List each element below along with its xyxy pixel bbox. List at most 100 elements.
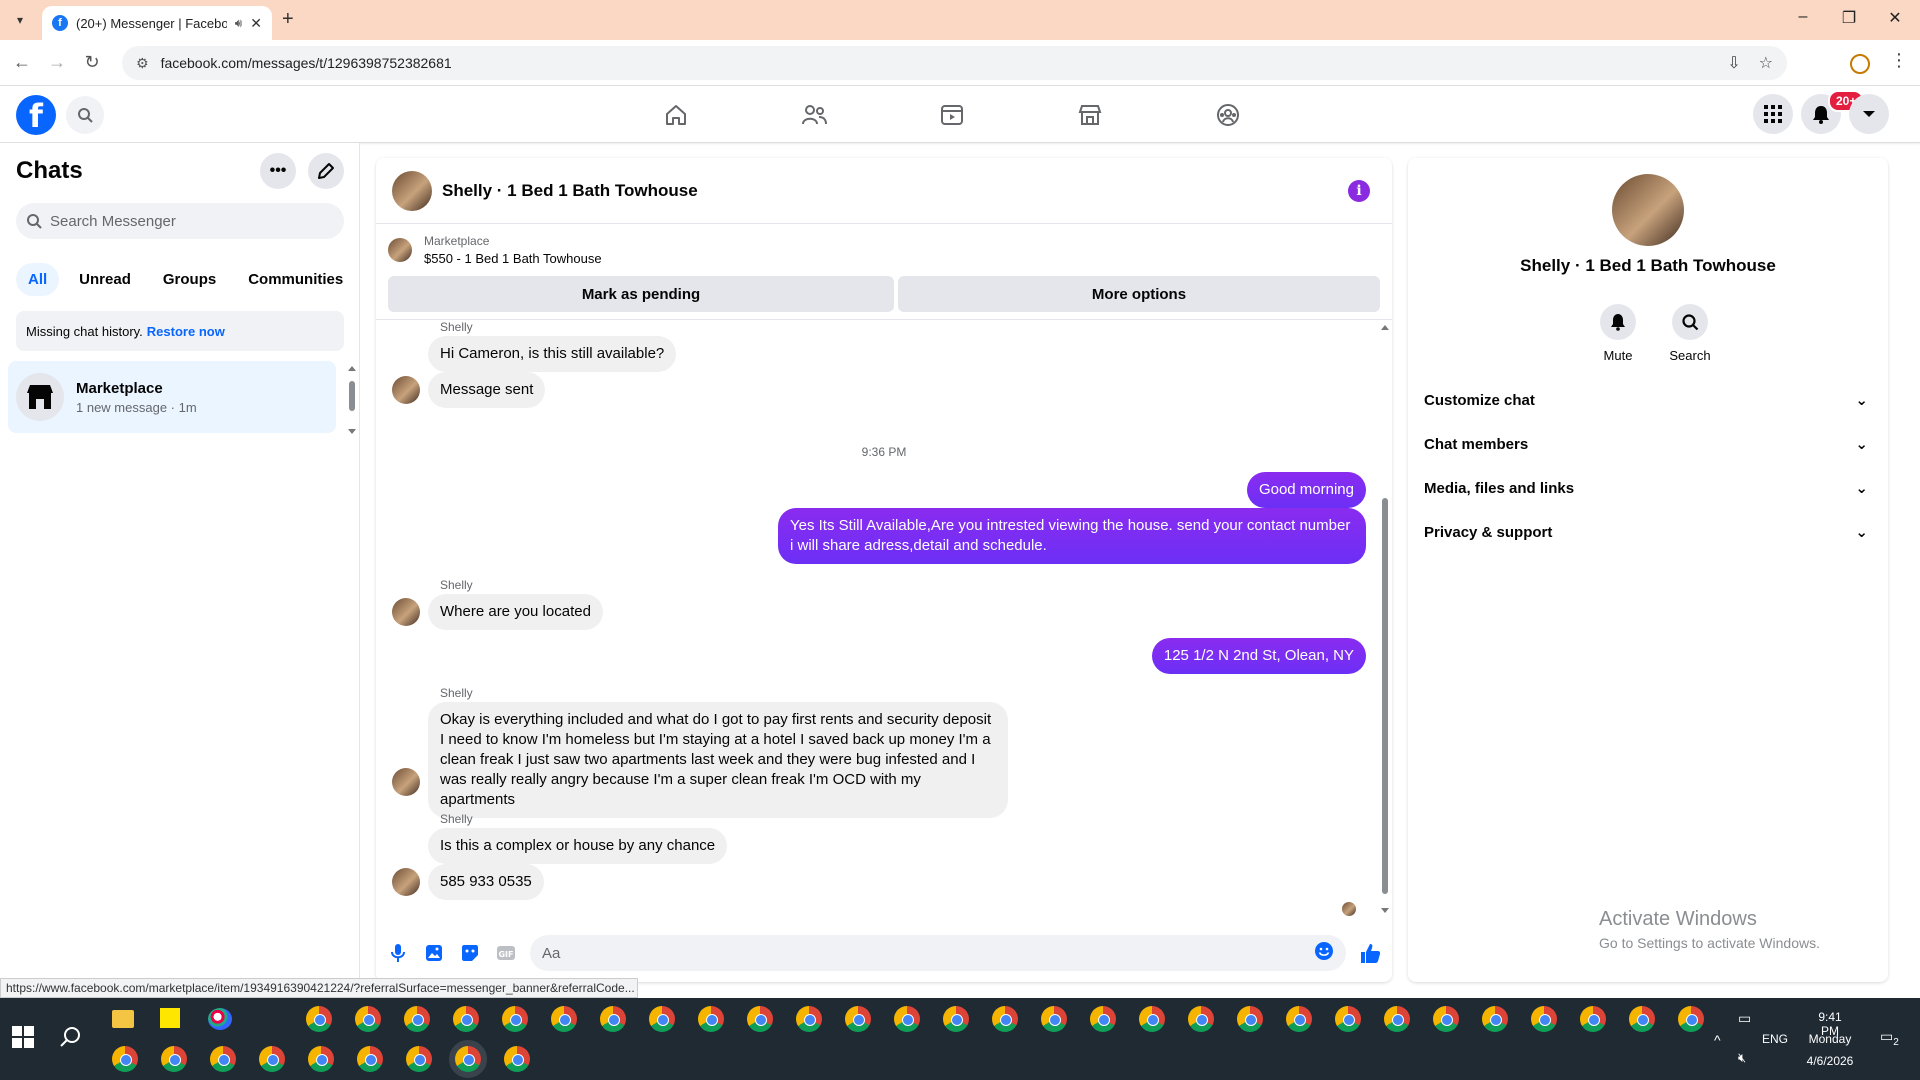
close-tab-icon[interactable]: ✕	[250, 15, 262, 32]
chrome-taskbar-icon[interactable]	[796, 1006, 822, 1032]
sticky-notes-icon[interactable]	[160, 1008, 180, 1028]
new-message-button[interactable]	[308, 153, 344, 189]
profile-avatar-icon[interactable]	[1850, 54, 1870, 74]
chrome-taskbar-icon[interactable]	[1335, 1006, 1361, 1032]
chrome-taskbar-icon[interactable]	[1188, 1006, 1214, 1032]
chrome-taskbar-icon[interactable]	[210, 1046, 236, 1072]
chrome-taskbar-icon[interactable]	[1531, 1006, 1557, 1032]
outgoing-message[interactable]: Yes Its Still Available,Are you intreste…	[778, 508, 1366, 564]
install-app-icon[interactable]: ⇩	[1727, 53, 1740, 73]
chrome-taskbar-icon[interactable]	[1286, 1006, 1312, 1032]
notification-center-icon[interactable]: ▭2	[1880, 1028, 1899, 1048]
forward-button[interactable]: →	[45, 52, 69, 73]
browser-tab-messenger[interactable]: f (20+) Messenger | Faceboo 🔊︎ ✕	[42, 6, 272, 40]
chrome-taskbar-icon[interactable]	[551, 1006, 577, 1032]
incoming-message[interactable]: Okay is everything included and what do …	[428, 702, 1008, 818]
chrome-taskbar-icon[interactable]	[504, 1046, 530, 1072]
chat-list-item[interactable]: Marketplace 1 new message · 1m	[8, 361, 336, 433]
sticker-icon[interactable]	[458, 941, 482, 965]
account-dropdown-button[interactable]	[1849, 94, 1889, 134]
friends-nav-icon[interactable]	[796, 98, 832, 132]
chrome-taskbar-icon[interactable]	[259, 1046, 285, 1072]
chrome-taskbar-icon[interactable]	[1482, 1006, 1508, 1032]
start-button[interactable]	[12, 1026, 34, 1048]
chrome-taskbar-icon[interactable]	[1678, 1006, 1704, 1032]
incoming-message[interactable]: 585 933 0535	[428, 864, 544, 900]
filter-unread[interactable]: Unread	[67, 263, 143, 296]
browser-menu-icon[interactable]: ⋮	[1890, 50, 1908, 71]
conversation-info-icon[interactable]: i	[1348, 180, 1370, 202]
sender-avatar[interactable]	[392, 598, 420, 626]
marketplace-nav-icon[interactable]	[1072, 98, 1108, 132]
privacy-support-section[interactable]: Privacy & support ⌄	[1424, 510, 1872, 554]
language-indicator[interactable]: ENG	[1762, 1032, 1788, 1046]
chrome-taskbar-icon[interactable]	[1580, 1006, 1606, 1032]
chrome-taskbar-icon[interactable]	[404, 1006, 430, 1032]
chrome-taskbar-icon[interactable]	[992, 1006, 1018, 1032]
new-tab-button[interactable]: +	[282, 8, 294, 31]
filter-groups[interactable]: Groups	[151, 263, 228, 296]
search-action[interactable]: Search	[1660, 304, 1720, 363]
thread-scrollbar[interactable]	[1380, 322, 1390, 918]
restore-window-button[interactable]: ❐	[1834, 8, 1864, 28]
chrome-taskbar-icon[interactable]	[943, 1006, 969, 1032]
chat-list-scrollbar[interactable]	[348, 365, 356, 435]
chrome-taskbar-icon[interactable]	[845, 1006, 871, 1032]
chrome-taskbar-icon[interactable]	[698, 1006, 724, 1032]
incoming-message[interactable]: Where are you located	[428, 594, 603, 630]
listing-info[interactable]: Marketplace $550 - 1 Bed 1 Bath Towhouse	[388, 234, 602, 266]
more-options-button[interactable]: More options	[898, 276, 1380, 312]
conversation-title[interactable]: Shelly · 1 Bed 1 Bath Towhouse	[442, 181, 698, 201]
gif-icon[interactable]: GIF	[494, 941, 518, 965]
chrome-taskbar-icon[interactable]	[502, 1006, 528, 1032]
back-button[interactable]: ←	[10, 52, 34, 73]
chrome-taskbar-icon[interactable]	[112, 1046, 138, 1072]
clock-day[interactable]: Monday	[1804, 1032, 1856, 1046]
chrome-taskbar-icon[interactable]	[306, 1006, 332, 1032]
like-thumb-icon[interactable]	[1358, 941, 1382, 965]
chrome-taskbar-icon[interactable]	[1139, 1006, 1165, 1032]
outgoing-message[interactable]: Good morning	[1246, 472, 1366, 508]
paint-app-icon[interactable]	[208, 1008, 232, 1030]
restore-now-link[interactable]: Restore now	[147, 324, 225, 339]
chrome-taskbar-icon[interactable]	[1090, 1006, 1116, 1032]
taskbar-search-icon[interactable]	[60, 1026, 82, 1053]
tab-search-dropdown-icon[interactable]: ▾	[10, 10, 30, 30]
bookmark-star-icon[interactable]: ☆	[1759, 53, 1773, 73]
sender-avatar[interactable]	[392, 768, 420, 796]
site-settings-icon[interactable]: ⚙︎	[136, 55, 149, 72]
network-icon[interactable]: ▭	[1738, 1010, 1751, 1027]
chat-members-section[interactable]: Chat members ⌄	[1424, 422, 1872, 466]
close-window-button[interactable]: ✕	[1880, 8, 1910, 28]
customize-chat-section[interactable]: Customize chat ⌄	[1424, 378, 1872, 422]
home-nav-icon[interactable]	[658, 98, 694, 132]
mark-as-pending-button[interactable]: Mark as pending	[388, 276, 894, 312]
mute-action[interactable]: Mute	[1588, 304, 1648, 363]
media-files-links-section[interactable]: Media, files and links ⌄	[1424, 466, 1872, 510]
microphone-icon[interactable]	[386, 941, 410, 965]
reload-button[interactable]: ↻	[80, 52, 104, 73]
emoji-icon[interactable]	[1314, 941, 1334, 965]
chrome-taskbar-icon[interactable]	[308, 1046, 334, 1072]
chrome-taskbar-icon[interactable]	[449, 1040, 487, 1078]
contact-large-avatar[interactable]	[1612, 174, 1684, 246]
chrome-taskbar-icon[interactable]	[355, 1006, 381, 1032]
attach-photo-icon[interactable]	[422, 941, 446, 965]
chrome-taskbar-icon[interactable]	[600, 1006, 626, 1032]
chrome-taskbar-icon[interactable]	[1629, 1006, 1655, 1032]
search-messenger-input[interactable]: Search Messenger	[16, 203, 344, 239]
chrome-taskbar-icon[interactable]	[1041, 1006, 1067, 1032]
chrome-taskbar-icon[interactable]	[747, 1006, 773, 1032]
outgoing-message[interactable]: 125 1/2 N 2nd St, Olean, NY	[1151, 638, 1366, 674]
chrome-taskbar-icon[interactable]	[357, 1046, 383, 1072]
chrome-taskbar-icon[interactable]	[894, 1006, 920, 1032]
chrome-taskbar-icon[interactable]	[1433, 1006, 1459, 1032]
contact-avatar[interactable]	[392, 170, 432, 211]
tray-overflow-chevron-icon[interactable]: ^	[1714, 1032, 1721, 1048]
chrome-taskbar-icon[interactable]	[406, 1046, 432, 1072]
facebook-logo-icon[interactable]: f	[16, 95, 56, 135]
incoming-message[interactable]: Hi Cameron, is this still available?	[428, 336, 677, 372]
chrome-taskbar-icon[interactable]	[161, 1046, 187, 1072]
message-input[interactable]: Aa	[530, 935, 1346, 971]
incoming-message[interactable]: Message sent	[428, 372, 546, 408]
